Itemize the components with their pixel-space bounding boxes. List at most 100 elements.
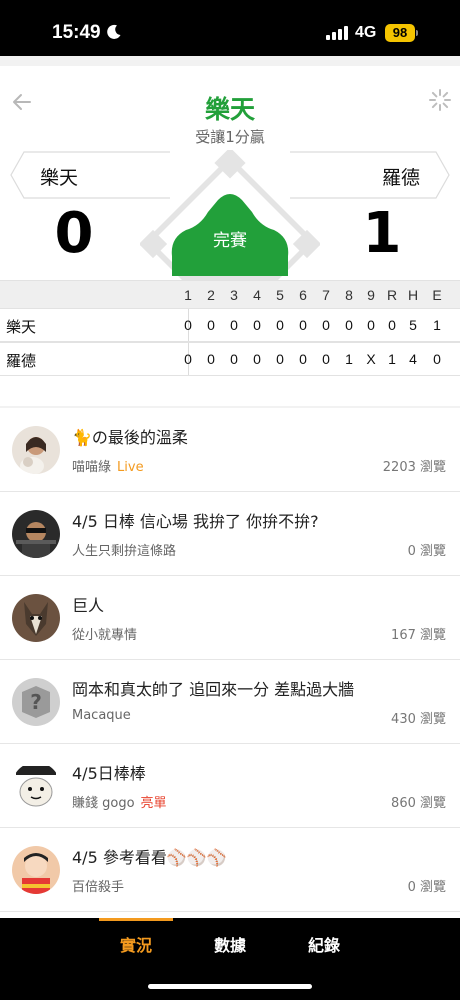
linescore-header-cell: 9 [367,287,375,303]
linescore-cell: 0 [276,351,284,367]
discussion-feed: 🐈の最後的溫柔 喵喵綠 Live 2203 瀏覽 4/5 日棒 信心場 我拚了 你拚不拚… [0,408,460,918]
post-author-name: 喵喵綠 [72,460,112,475]
game-state-label: 完賽 [213,231,247,251]
post-author-name: 從小就專情 [72,628,138,643]
signal-icon [326,26,350,40]
home-team-name: 羅德 [381,167,420,189]
linescore-header: 123456789RHE [0,280,460,308]
feed-post[interactable]: 🐈の最後的溫柔 喵喵綠 Live 2203 瀏覽 [0,408,460,492]
linescore-cell: 0 [345,317,353,333]
post-author-name: 人生只剩拚這條路 [72,544,177,559]
linescore-header-cell: 2 [207,287,215,303]
linescore-cell: 0 [230,317,238,333]
linescore-cell: 0 [184,351,192,367]
post-view-count: 0 瀏覽 [407,544,446,559]
feed-post[interactable]: 巨人從小就專情 167 瀏覽 [0,576,460,660]
linescore-header-cell: 5 [276,287,284,303]
linescore-header-cell: 8 [345,287,353,303]
feed-post[interactable]: 4/5 日棒 信心場 我拚了 你拚不拚? 人生只剩拚這條路 0 瀏覽 [0,492,460,576]
linescore-cell: X [366,351,376,367]
tab-stats[interactable]: 數據 [190,932,270,956]
post-author: 百倍殺手 [72,876,124,895]
feed-post[interactable]: 4/5 參考看看⚾⚾⚾ 百倍殺手 0 瀏覽 [0,828,460,912]
svg-text:?: ? [30,690,42,714]
home-indicator [148,984,312,989]
post-view-count: 2203 瀏覽 [382,460,446,475]
linescore-row-home: 羅德 00000001X140 [0,342,460,376]
post-author-name: 百倍殺手 [72,880,125,895]
avatar[interactable] [12,510,60,558]
battery-icon: 98 [385,24,415,42]
post-title: 4/5日棒棒 [72,764,146,783]
post-author: 人生只剩拚這條路 [72,540,176,559]
linescore-header-cell: 3 [230,287,238,303]
avatar[interactable] [12,594,60,642]
game-subtitle: 受讓1分贏 [195,128,265,146]
avatar[interactable] [12,846,60,894]
tab-live[interactable]: 實況 [96,932,176,956]
post-view-count: 167 瀏覽 [391,628,446,643]
moon-icon [107,24,121,39]
linescore-cell: 0 [299,351,307,367]
linescore-cell: 0 [322,351,330,367]
post-author: 賺錢 gogo 亮單 [72,792,167,811]
status-time: 15:49 [52,22,101,43]
linescore-row-away: 樂天 000000000051 [0,308,460,342]
linescore-cell: 0 [367,317,375,333]
post-view-count: 860 瀏覽 [391,796,446,811]
post-author: Macaque [72,708,131,723]
avatar[interactable] [12,762,60,810]
post-author: 喵喵綠 Live [72,456,144,475]
post-badge: Live [117,460,144,475]
post-view-count: 430 瀏覽 [391,712,446,727]
linescore-header-cell: 4 [253,287,261,303]
linescore-cell: 0 [253,351,261,367]
linescore-cell: 1 [345,351,353,367]
network-label: 4G [355,24,377,41]
linescore-team: 羅德 [6,352,37,370]
bottom-tab-bar: 實況 數據 紀錄 [0,918,460,1000]
game-title: 樂天 [204,95,255,124]
battery-tip [416,30,418,36]
linescore-cell: 0 [299,317,307,333]
linescore-cell: 0 [207,351,215,367]
away-score: 0 [54,201,94,266]
post-author: 從小就專情 [72,624,137,643]
linescore-header-cell: E [432,287,442,303]
linescore-header-cell: H [407,287,419,303]
linescore-cell: 0 [230,351,238,367]
post-title: 岡本和真太帥了 追回來一分 差點過大牆 [72,680,355,699]
post-view-count: 0 瀏覽 [407,880,446,895]
linescore-header-cell: 7 [322,287,330,303]
linescore-cell: 5 [409,317,417,333]
post-title: 4/5 參考看看⚾⚾⚾ [72,848,227,867]
linescore-header-cell: R [386,287,398,303]
linescore-cell: 1 [433,317,441,333]
linescore-cell: 0 [322,317,330,333]
post-author-name: 賺錢 gogo [72,796,135,811]
linescore-cell: 4 [409,351,417,367]
post-author-name: Macaque [72,708,131,723]
post-badge: 亮單 [140,796,167,811]
baseball-diamond-icon [140,150,320,280]
linescore-cell: 1 [388,351,396,367]
linescore-header-cell: 6 [299,287,307,303]
post-title: 4/5 日棒 信心場 我拚了 你拚不拚? [72,512,319,531]
linescore-cell: 0 [388,317,396,333]
linescore-team: 樂天 [6,318,37,336]
linescore-cell: 0 [276,317,284,333]
avatar[interactable]: ? [12,678,60,726]
linescore-cell: 0 [253,317,261,333]
feed-post[interactable]: 4/5日棒棒賺錢 gogo 亮單 860 瀏覽 [0,744,460,828]
status-bar: 15:49 4G 98 [0,0,460,56]
game-page: 樂天 受讓1分贏 樂天 羅德 0 1 完賽 123456789RHE 樂天 0 … [0,56,460,918]
post-title: 巨人 [72,596,105,615]
avatar[interactable] [12,426,60,474]
tab-active-indicator [99,918,173,921]
linescore-header-cell: 1 [184,287,192,303]
tab-records[interactable]: 紀錄 [284,932,364,956]
feed-post[interactable]: ? 岡本和真太帥了 追回來一分 差點過大牆 Macaque 430 瀏覽 [0,660,460,744]
away-team-name: 樂天 [40,167,79,189]
linescore-cell: 0 [433,351,441,367]
home-score: 1 [362,201,402,266]
